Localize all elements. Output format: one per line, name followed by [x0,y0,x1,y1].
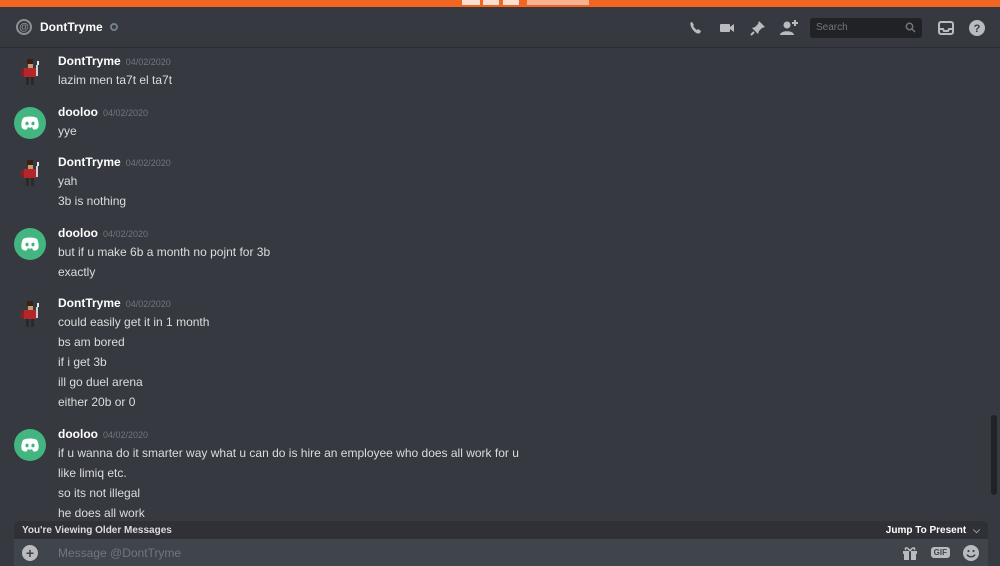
message-text: like limiq etc. [58,466,127,480]
avatar[interactable] [14,107,46,139]
avatar[interactable] [14,228,46,260]
message-group: dooloo 04/02/2020 if u wanna do it smart… [14,427,974,520]
older-messages-bar[interactable]: You're Viewing Older Messages Jump To Pr… [14,521,988,539]
scrollbar-thumb[interactable] [991,415,997,495]
message-text: could easily get it in 1 month [58,315,210,329]
message-timestamp: 04/02/2020 [125,299,171,309]
message-text: either 20b or 0 [58,395,136,409]
channel-header: @ DontTryme ? [0,7,1000,48]
search-icon [905,22,916,33]
message-text: if u wanna do it smarter way what u can … [58,446,519,460]
message-text: ill go duel arena [58,375,143,389]
gift-icon[interactable] [901,544,919,562]
strip-icon [462,0,480,5]
message-text: lazim men ta7t el ta7t [58,73,173,87]
gif-button[interactable]: GIF [930,544,950,562]
message-group: dooloo 04/02/2020 yye [14,105,974,141]
upload-plus-icon[interactable]: + [22,544,38,561]
avatar[interactable] [14,56,46,88]
avatar[interactable] [14,298,46,330]
search-input[interactable] [816,22,896,33]
message-text: exactly [58,265,96,279]
message-text: so its not illegal [58,486,141,500]
message-list[interactable]: DontTryme 04/02/2020 lazim men ta7t el t… [0,50,990,520]
message-input[interactable] [58,545,889,560]
video-call-icon[interactable] [716,17,738,39]
message-text: but if u make 6b a month no pojnt for 3b [58,245,271,259]
strip-icon [483,0,499,5]
message-group: DontTryme 04/02/2020 could easily get it… [14,296,974,412]
dm-username: DontTryme [40,20,103,34]
avatar[interactable] [14,429,46,461]
message-timestamp: 04/02/2020 [125,57,171,67]
discord-logo-icon [21,116,39,130]
jump-to-present-label: Jump To Present [885,524,967,536]
older-messages-label: You're Viewing Older Messages [22,524,172,536]
message-text: yah [58,174,78,188]
inbox-icon[interactable] [935,17,957,39]
message-author[interactable]: dooloo [58,105,98,119]
pin-icon[interactable] [747,17,769,39]
voice-call-icon[interactable] [685,17,707,39]
discord-logo-icon [21,237,39,251]
message-timestamp: 04/02/2020 [102,229,149,239]
browser-top-strip [0,0,1000,7]
strip-bar [527,0,589,5]
message-text: bs am bored [58,335,125,349]
svg-text:?: ? [974,23,981,35]
emoji-icon[interactable] [962,544,980,562]
gif-label: GIF [930,547,950,558]
add-friend-icon[interactable] [778,17,800,39]
message-timestamp: 04/02/2020 [125,158,171,168]
message-scrollbar[interactable] [991,50,997,520]
message-author[interactable]: dooloo [58,226,98,240]
chevron-down-icon: ⌵ [973,524,980,535]
message-group: DontTryme 04/02/2020 lazim men ta7t el t… [14,54,974,90]
message-text: if i get 3b [58,355,107,369]
message-text: 3b is nothing [58,194,127,208]
status-offline-icon [109,23,118,31]
avatar[interactable] [14,157,46,189]
pixel-character-icon [21,59,39,85]
message-group: DontTryme 04/02/2020 yah 3b is nothing [14,155,974,211]
search-field[interactable] [810,17,922,38]
pixel-character-icon [21,301,39,327]
pixel-character-icon [21,160,39,186]
message-text: he does all work [58,506,145,520]
message-text: yye [58,124,77,138]
strip-icon [503,0,519,5]
message-author[interactable]: DontTryme [58,296,121,310]
help-icon[interactable]: ? [966,17,988,39]
message-timestamp: 04/02/2020 [102,430,149,440]
message-author[interactable]: dooloo [58,427,98,441]
message-group: dooloo 04/02/2020 but if u make 6b a mon… [14,226,974,282]
jump-to-present-button[interactable]: Jump To Present ⌵ [886,525,980,536]
message-timestamp: 04/02/2020 [102,108,149,118]
discord-logo-icon [21,438,39,452]
header-toolbar: ? [676,7,988,48]
message-author[interactable]: DontTryme [58,155,121,169]
message-composer: + GIF [14,539,988,566]
message-author[interactable]: DontTryme [58,54,121,68]
at-icon: @ [16,19,32,35]
